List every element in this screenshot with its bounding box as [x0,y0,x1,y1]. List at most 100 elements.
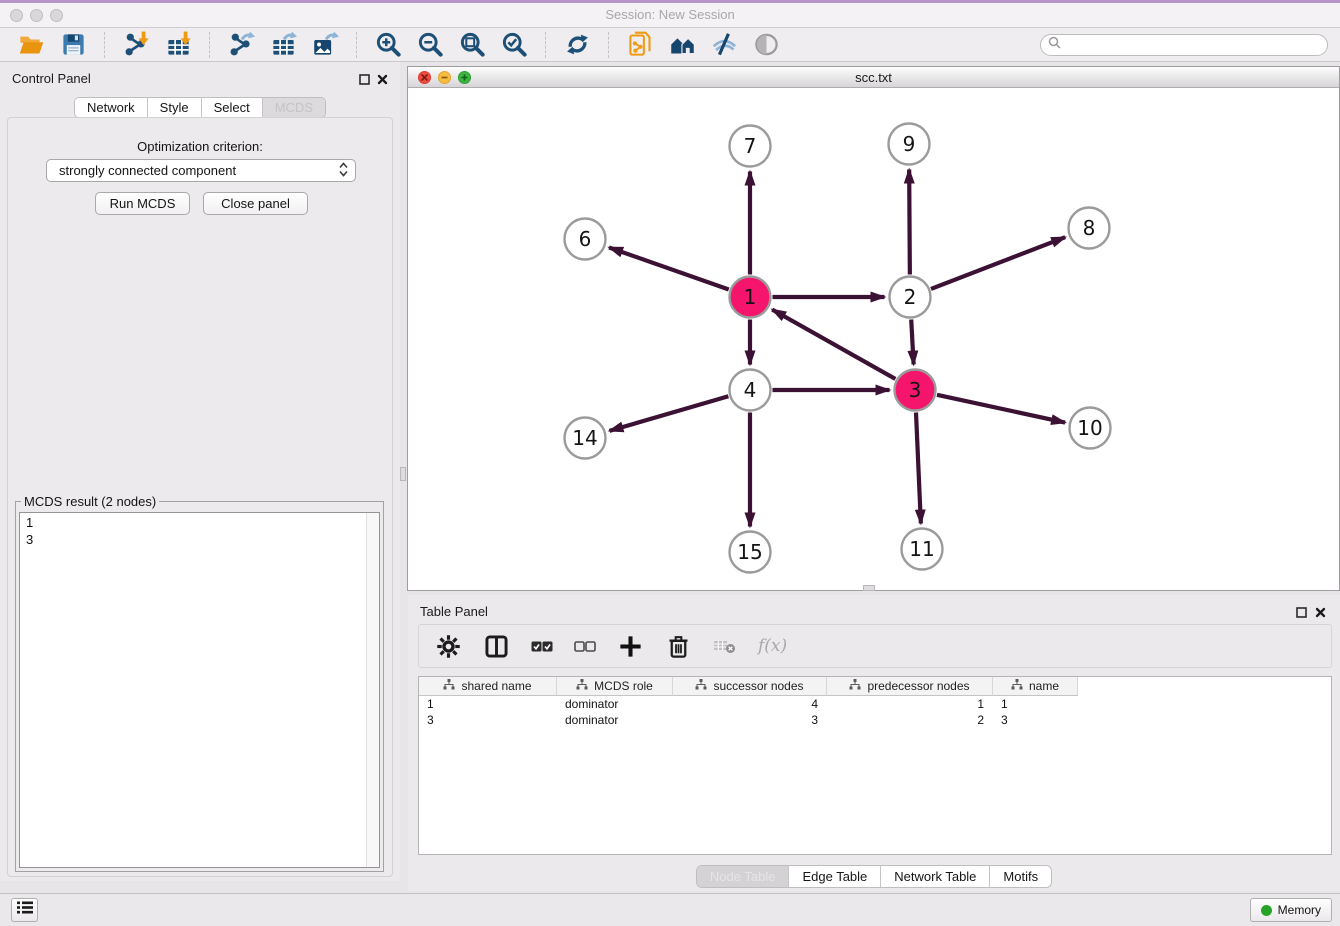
search-input[interactable] [1065,36,1327,54]
import-table-icon[interactable] [163,30,193,60]
zoom-selected-icon[interactable] [499,30,529,60]
tab-node-table[interactable]: Node Table [697,866,789,887]
add-column-icon[interactable] [617,633,644,660]
table-cell[interactable]: 2 [827,713,993,727]
graph-node-15[interactable]: 15 [730,532,771,573]
tab-edge-table[interactable]: Edge Table [788,866,880,887]
hide-selected-icon[interactable] [709,30,739,60]
control-panel-header: Control Panel [0,62,400,92]
network-canvas[interactable]: 7 9 6 8 1 2 4 3 14 10 15 11 [408,88,1339,590]
zoom-fit-icon[interactable] [457,30,487,60]
column-header-name[interactable]: name [993,677,1078,696]
column-header-shared-name[interactable]: shared name [419,677,557,696]
zoom-out-icon[interactable] [415,30,445,60]
result-scrollbar[interactable] [366,513,379,867]
graph-node-10[interactable]: 10 [1070,408,1111,449]
zoom-in-icon[interactable] [373,30,403,60]
export-network-icon[interactable] [226,30,256,60]
select-all-columns-icon[interactable] [531,640,553,653]
table-cell[interactable]: 3 [673,713,827,727]
home-icon[interactable] [667,30,697,60]
graph-node-14[interactable]: 14 [565,418,606,459]
graph-node-7[interactable]: 7 [730,126,771,167]
toolbar-separator [608,32,609,58]
edge-2-3[interactable] [911,319,913,364]
close-table-panel-icon[interactable] [1315,605,1326,623]
tab-mcds[interactable]: MCDS [262,98,325,117]
table-cell[interactable]: 3 [993,713,1078,727]
column-header-label: MCDS role [594,679,653,693]
table-cell[interactable]: 3 [419,713,557,727]
table-row[interactable]: 3dominator323 [419,712,1331,728]
float-panel-icon[interactable] [359,72,370,90]
column-header-MCDS-role[interactable]: MCDS role [557,677,673,696]
edge-2-9[interactable] [909,169,910,274]
table-panel: Table Panel f(x) shared nameMCDS rolesuc… [408,595,1340,891]
criterion-dropdown[interactable]: strongly connected component [46,159,356,182]
memory-button[interactable]: Memory [1250,898,1332,922]
function-builder-icon: f(x) [758,636,787,656]
tab-network[interactable]: Network [75,98,147,117]
control-panel: Control Panel NetworkStyleSelectMCDS Opt… [0,62,400,881]
task-history-button[interactable] [11,898,38,922]
graph-node-2[interactable]: 2 [890,277,931,318]
edge-1-6[interactable] [609,247,729,289]
tab-motifs[interactable]: Motifs [989,866,1051,887]
column-header-successor-nodes[interactable]: successor nodes [673,677,827,696]
network-view-window: scc.txt 7 9 6 8 1 2 4 3 14 10 15 11 [407,66,1340,591]
edge-3-11[interactable] [916,412,921,523]
mcds-result-textarea[interactable]: 13 [19,512,380,868]
dropdown-stepper-icon [339,162,348,180]
close-panel-button[interactable]: Close panel [203,192,308,215]
column-header-predecessor-nodes[interactable]: predecessor nodes [827,677,993,696]
column-tree-icon [576,679,588,693]
graph-node-8[interactable]: 8 [1069,208,1110,249]
export-table-icon[interactable] [268,30,298,60]
tab-style[interactable]: Style [147,98,201,117]
table-header-row: shared name MCDS role successor nodesprede… [419,677,1331,696]
column-settings-icon[interactable] [435,633,462,660]
horizontal-splitter-grip[interactable] [863,585,875,591]
graph-node-1[interactable]: 1 [730,277,771,318]
table-row[interactable]: 1dominator411 [419,696,1331,712]
split-view-icon[interactable] [483,633,510,660]
toolbar-separator [209,32,210,58]
edge-3-1[interactable] [772,310,895,379]
import-network-icon[interactable] [121,30,151,60]
tab-network-table[interactable]: Network Table [880,866,989,887]
network-window-titlebar[interactable]: scc.txt [408,67,1339,88]
edge-4-14[interactable] [609,396,728,431]
open-session-icon[interactable] [16,30,46,60]
edge-2-8[interactable] [931,237,1065,289]
float-table-panel-icon[interactable] [1296,605,1307,623]
graph-node-11[interactable]: 11 [902,529,943,570]
tab-select[interactable]: Select [201,98,262,117]
search-icon [1048,36,1061,54]
svg-text:11: 11 [909,537,934,561]
export-image-icon[interactable] [310,30,340,60]
graph-node-4[interactable]: 4 [730,370,771,411]
deselect-all-columns-icon[interactable] [574,640,596,653]
table-panel-tabs: Node TableEdge TableNetwork TableMotifs [408,865,1340,888]
table-cell[interactable]: 1 [827,697,993,711]
close-panel-icon[interactable] [377,72,388,90]
graph-node-9[interactable]: 9 [889,124,930,165]
table-cell[interactable]: 4 [673,697,827,711]
save-session-icon[interactable] [58,30,88,60]
svg-text:14: 14 [572,426,597,450]
table-cell[interactable]: 1 [419,697,557,711]
run-mcds-button[interactable]: Run MCDS [95,192,190,215]
apply-layout-icon[interactable] [562,30,592,60]
table-cell[interactable]: dominator [557,713,673,727]
table-cell[interactable]: dominator [557,697,673,711]
criterion-dropdown-value: strongly connected component [59,163,236,178]
table-cell[interactable]: 1 [993,697,1078,711]
search-box[interactable] [1040,34,1328,56]
new-network-from-file-icon[interactable] [625,30,655,60]
vertical-splitter-grip[interactable] [400,467,406,481]
column-tree-icon [443,679,455,693]
delete-column-icon[interactable] [665,633,692,660]
graph-node-6[interactable]: 6 [565,219,606,260]
graph-node-3[interactable]: 3 [895,370,936,411]
edge-3-10[interactable] [937,395,1065,423]
